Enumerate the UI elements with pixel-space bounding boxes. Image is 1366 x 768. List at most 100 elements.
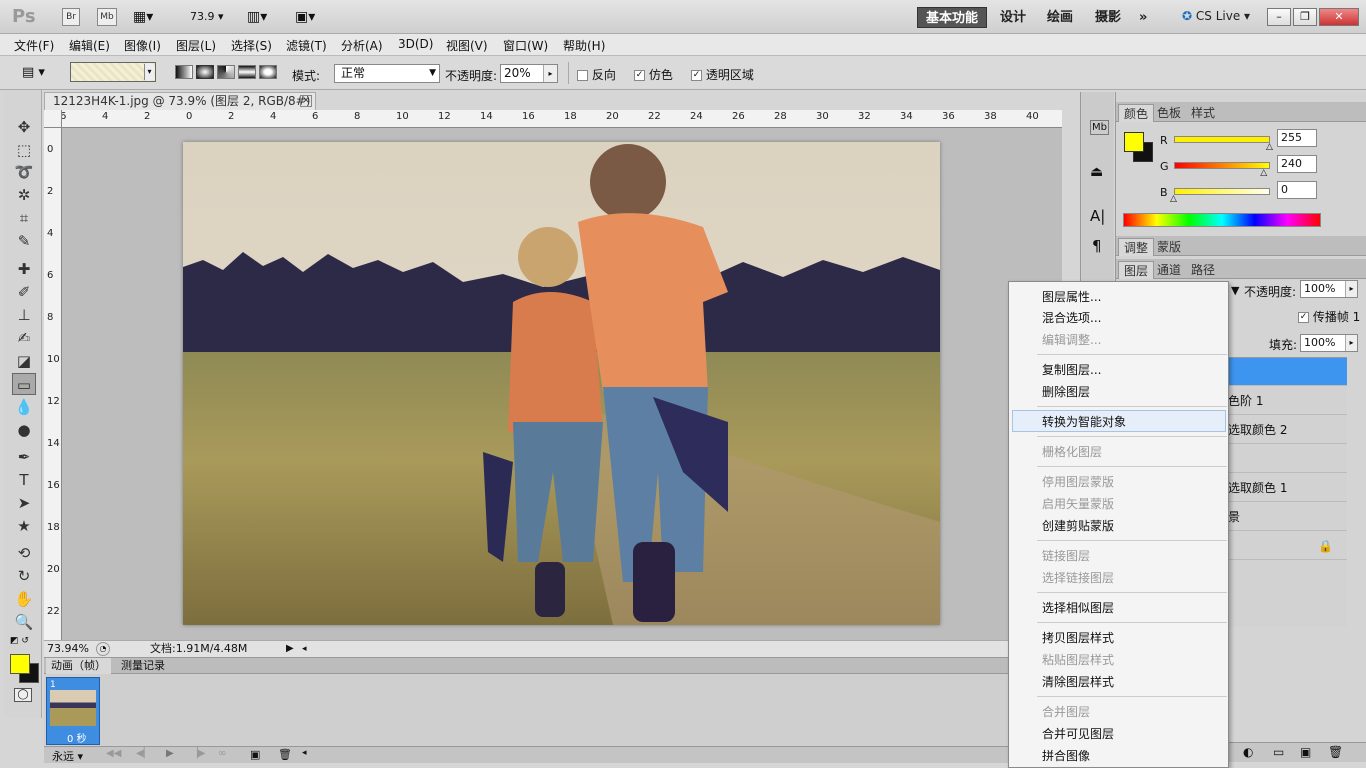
delete-layer-icon[interactable]: 🗑 <box>1328 745 1343 759</box>
menu-layer-properties[interactable]: 图层属性... <box>1042 288 1101 305</box>
close-document-icon[interactable]: ✕ <box>300 95 312 107</box>
more-workspaces-button[interactable]: » <box>1131 7 1155 28</box>
workspace-essentials[interactable]: 基本功能 <box>917 7 988 28</box>
tab-channels[interactable]: 通道 <box>1152 261 1186 279</box>
path-selection-tool-icon[interactable]: ➤ <box>12 492 36 514</box>
tab-layers[interactable]: 图层 <box>1118 261 1155 279</box>
bridge-button[interactable]: Br <box>62 8 80 26</box>
eyedropper-tool-icon[interactable]: ✎ <box>12 230 36 252</box>
previous-frame-icon[interactable]: ◀▏ <box>136 748 151 759</box>
frame-delay[interactable]: 0 秒 <box>67 730 87 745</box>
move-tool-icon[interactable]: ✥ <box>12 116 36 138</box>
gradient-picker[interactable]: ▾ <box>70 62 156 82</box>
mini-bridge-button[interactable]: Mb <box>97 8 117 26</box>
3d-orbit-tool-icon[interactable]: ↻ <box>12 565 36 587</box>
g-slider[interactable] <box>1174 162 1270 169</box>
menu-flatten-image[interactable]: 拼合图像 <box>1042 747 1090 764</box>
shape-tool-icon[interactable]: ★ <box>12 515 36 537</box>
magic-wand-tool-icon[interactable]: ✲ <box>12 184 36 206</box>
zoom-percentage[interactable]: 73.94% <box>47 641 89 657</box>
menu-create-clipping-mask[interactable]: 创建剪贴蒙版 <box>1042 517 1114 534</box>
new-layer-icon[interactable]: ▣ <box>1300 745 1311 759</box>
type-tool-icon[interactable]: T <box>12 469 36 491</box>
linear-gradient-button[interactable] <box>175 65 193 79</box>
restore-button[interactable]: ❐ <box>1293 8 1317 26</box>
clone-stamp-tool-icon[interactable]: ⊥ <box>12 304 36 326</box>
fill-input[interactable]: 100% ▸ <box>1300 334 1358 352</box>
reflected-gradient-button[interactable] <box>238 65 256 79</box>
tab-animation-frames[interactable]: 动画（帧） <box>46 658 111 674</box>
cs-live-button[interactable]: ✪ CS Live ▾ <box>1182 9 1250 23</box>
history-brush-tool-icon[interactable]: ✍ <box>12 327 36 349</box>
eraser-tool-icon[interactable]: ◪ <box>12 350 36 372</box>
menu-image[interactable]: 图像(I) <box>124 37 161 54</box>
dither-checkbox[interactable]: ✓ 仿色 <box>634 66 673 83</box>
menu-file[interactable]: 文件(F) <box>14 37 54 54</box>
quick-mask-icon[interactable]: ◯ <box>14 688 32 702</box>
opacity-input[interactable]: 20% ▸ <box>500 64 558 83</box>
menu-merge-visible[interactable]: 合并可见图层 <box>1042 725 1114 742</box>
workspace-design[interactable]: 设计 <box>992 7 1034 28</box>
screen-mode-icon[interactable]: ▣▾ <box>295 9 315 25</box>
gradient-dropdown-icon[interactable]: ▾ <box>144 64 154 80</box>
b-input[interactable]: 0 <box>1277 181 1317 199</box>
dodge-tool-icon[interactable]: ● <box>12 419 36 441</box>
menu-window[interactable]: 窗口(W) <box>503 37 548 54</box>
tab-paths[interactable]: 路径 <box>1186 261 1220 279</box>
zoom-level-dropdown[interactable]: 73.9 ▾ <box>190 10 224 23</box>
crop-tool-icon[interactable]: ⌗ <box>12 207 36 229</box>
marquee-tool-icon[interactable]: ⬚ <box>12 139 36 161</box>
menu-edit[interactable]: 编辑(E) <box>69 37 110 54</box>
next-frame-icon[interactable]: ▕▶ <box>190 748 205 759</box>
r-slider-thumb[interactable]: △ <box>1266 142 1273 152</box>
menu-select[interactable]: 选择(S) <box>231 37 272 54</box>
mini-bridge-icon[interactable]: Mb <box>1090 120 1109 135</box>
delete-frame-icon[interactable]: 🗑 <box>278 748 292 761</box>
workspace-painting[interactable]: 绘画 <box>1039 7 1081 28</box>
tab-measurement-log[interactable]: 测量记录 <box>116 658 170 674</box>
status-arrow-icon[interactable]: ▶ <box>286 641 294 657</box>
mode-select[interactable]: 正常 ▼ <box>334 64 440 83</box>
blend-dropdown-icon[interactable]: ▼ <box>1231 284 1239 297</box>
character-icon[interactable]: A| <box>1090 207 1105 225</box>
paragraph-icon[interactable]: ¶ <box>1092 237 1102 255</box>
adjustment-layer-icon[interactable]: ◐ <box>1243 745 1253 759</box>
tween-icon[interactable]: ∞ <box>218 748 226 759</box>
hand-tool-icon[interactable]: ✋ <box>12 588 36 610</box>
play-icon[interactable]: ▶ <box>166 748 174 759</box>
3d-rotate-tool-icon[interactable]: ⟲ <box>12 542 36 564</box>
tool-preset-picker[interactable]: ▤ ▾ <box>22 65 45 80</box>
menu-analysis[interactable]: 分析(A) <box>341 37 383 54</box>
photo-canvas[interactable] <box>183 142 940 625</box>
menu-view[interactable]: 视图(V) <box>446 37 488 54</box>
menu-help[interactable]: 帮助(H) <box>563 37 605 54</box>
menu-copy-layer-style[interactable]: 拷贝图层样式 <box>1042 629 1114 646</box>
default-colors-icon[interactable]: ◩ ↺ <box>10 636 29 646</box>
g-slider-thumb[interactable]: △ <box>1260 168 1267 178</box>
menu-delete-layer[interactable]: 删除图层 <box>1042 383 1090 400</box>
color-spectrum-bar[interactable] <box>1123 213 1321 227</box>
b-slider[interactable] <box>1174 188 1270 195</box>
menu-convert-to-smart-object[interactable]: 转换为智能对象 <box>1042 413 1126 430</box>
r-slider[interactable] <box>1174 136 1270 143</box>
blur-tool-icon[interactable]: 💧 <box>12 396 36 418</box>
tab-masks[interactable]: 蒙版 <box>1152 238 1186 256</box>
b-slider-thumb[interactable]: △ <box>1170 194 1177 204</box>
radial-gradient-button[interactable] <box>196 65 214 79</box>
view-extras-icon[interactable]: ▦▾ <box>133 9 153 25</box>
tab-styles[interactable]: 样式 <box>1186 104 1220 122</box>
first-frame-icon[interactable]: ◀◀ <box>106 748 121 759</box>
tab-color[interactable]: 颜色 <box>1118 104 1155 122</box>
layer-opacity-input[interactable]: 100% ▸ <box>1300 280 1358 298</box>
color-panel-fg-swatch[interactable] <box>1124 132 1144 152</box>
ruler-origin[interactable] <box>44 110 62 128</box>
lasso-tool-icon[interactable]: ➰ <box>12 161 36 183</box>
layer-opacity-slider-icon[interactable]: ▸ <box>1345 281 1357 297</box>
pen-tool-icon[interactable]: ✒ <box>12 446 36 468</box>
brush-tool-icon[interactable]: ✐ <box>12 281 36 303</box>
scroll-left-icon[interactable]: ◂ <box>302 748 307 758</box>
menu-select-similar-layers[interactable]: 选择相似图层 <box>1042 599 1114 616</box>
diamond-gradient-button[interactable] <box>259 65 277 79</box>
workspace-photography[interactable]: 摄影 <box>1087 7 1129 28</box>
menu-blending-options[interactable]: 混合选项... <box>1042 309 1101 326</box>
